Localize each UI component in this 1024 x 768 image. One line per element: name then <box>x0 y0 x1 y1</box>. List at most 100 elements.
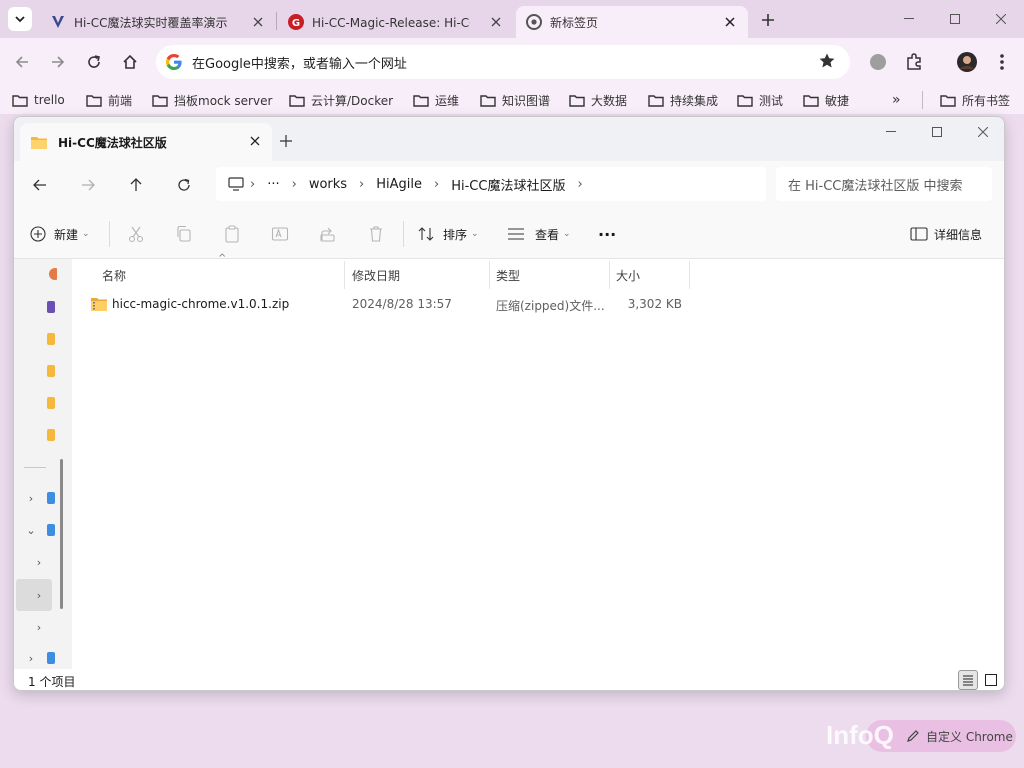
rename-icon <box>271 227 289 241</box>
explorer-forward-button[interactable] <box>74 171 102 199</box>
bookmark-folder[interactable]: 敏捷 <box>803 90 849 110</box>
reload-button[interactable] <box>80 48 108 76</box>
more-bookmarks-button[interactable]: » <box>892 90 901 110</box>
folder-icon[interactable] <box>47 397 55 409</box>
chevron-right-icon[interactable]: › <box>24 651 38 665</box>
minimize-button[interactable] <box>886 0 932 38</box>
pc-icon[interactable] <box>47 524 55 536</box>
tab-search-button[interactable] <box>8 7 32 31</box>
view-button[interactable]: 查看 ⌄ <box>507 219 571 249</box>
star-icon[interactable] <box>818 52 836 70</box>
details-view-toggle[interactable] <box>958 670 978 690</box>
close-icon[interactable] <box>250 14 266 30</box>
chevron-right-icon[interactable]: › <box>32 620 46 634</box>
explorer-refresh-button[interactable] <box>170 171 198 199</box>
avatar[interactable] <box>953 48 981 76</box>
bookmark-folder[interactable]: 挡板mock server <box>152 90 272 110</box>
copy-button[interactable] <box>175 219 193 249</box>
chevron-right-icon[interactable]: › <box>32 555 46 569</box>
bookmark-folder[interactable]: 持续集成 <box>648 90 718 110</box>
chevron-right-icon[interactable]: › <box>577 177 582 192</box>
bookmark-folder[interactable]: 前端 <box>86 90 132 110</box>
table-row[interactable]: hicc-magic-chrome.v1.0.1.zip 2024/8/28 1… <box>72 291 1002 319</box>
explorer-up-button[interactable] <box>122 171 150 199</box>
cut-button[interactable] <box>127 219 145 249</box>
forward-button[interactable] <box>44 48 72 76</box>
folder-icon[interactable] <box>47 333 55 345</box>
breadcrumb-works[interactable]: works <box>309 177 347 192</box>
nav-scrollbar[interactable] <box>60 459 63 609</box>
folder-icon[interactable] <box>47 429 55 441</box>
column-divider[interactable] <box>689 261 690 289</box>
details-pane-button[interactable]: 详细信息 <box>910 219 982 249</box>
new-button[interactable]: 新建 ⌄ <box>30 219 90 249</box>
chevron-down-icon[interactable]: ⌄ <box>24 523 38 537</box>
bookmark-folder[interactable]: 云计算/Docker <box>289 90 393 110</box>
home-icon[interactable] <box>47 267 57 281</box>
breadcrumb[interactable]: › ··· › works › HiAgile › Hi-CC魔法球社区版 › <box>216 167 766 201</box>
column-divider[interactable] <box>609 261 610 289</box>
paste-button[interactable] <box>223 219 241 249</box>
column-header-name[interactable]: 名称 <box>102 261 342 289</box>
browser-tab-1[interactable]: Hi-CC魔法球实时覆盖率演示 <box>40 6 276 38</box>
breadcrumb-ellipsis[interactable]: ··· <box>267 177 279 192</box>
chevron-right-icon[interactable]: › <box>359 177 364 192</box>
share-button[interactable] <box>319 219 337 249</box>
delete-button[interactable] <box>367 219 385 249</box>
sort-button[interactable]: 排序 ⌄ <box>417 219 479 249</box>
close-icon[interactable] <box>722 14 738 30</box>
explorer-search-input[interactable]: 在 Hi-CC魔法球社区版 中搜索 <box>776 167 992 201</box>
maximize-button[interactable] <box>932 0 978 38</box>
minimize-icon <box>904 18 914 19</box>
maximize-icon <box>950 14 960 24</box>
explorer-back-button[interactable] <box>26 171 54 199</box>
more-options-button[interactable]: ··· <box>598 219 616 249</box>
chevron-right-icon[interactable]: › <box>24 491 38 505</box>
extensions-button[interactable] <box>900 48 928 76</box>
explorer-tab[interactable]: Hi-CC魔法球社区版 <box>20 123 272 161</box>
menu-button[interactable] <box>988 48 1016 76</box>
share-icon <box>320 227 335 242</box>
window-close-button[interactable] <box>978 0 1024 38</box>
column-header-type[interactable]: 类型 <box>496 261 608 289</box>
customize-chrome-label: 自定义 Chrome <box>926 729 1013 744</box>
chevron-right-icon[interactable]: › <box>292 177 297 192</box>
column-divider[interactable] <box>489 261 490 289</box>
omnibox[interactable]: 在Google中搜索，或者输入一个网址 <box>156 45 850 79</box>
explorer-maximize-button[interactable] <box>914 117 960 147</box>
tiles-view-toggle[interactable] <box>981 670 1001 690</box>
breadcrumb-hiagile[interactable]: HiAgile <box>376 177 422 192</box>
bookmark-folder[interactable]: 知识图谱 <box>480 90 550 110</box>
close-icon[interactable] <box>250 135 260 150</box>
onedrive-icon[interactable] <box>47 492 55 504</box>
bookmark-folder[interactable]: trello <box>12 90 65 110</box>
profile-status-dot[interactable] <box>864 48 892 76</box>
browser-tab-2[interactable]: G Hi-CC-Magic-Release: Hi-CC魔 <box>278 6 514 38</box>
bookmark-folder[interactable]: 大数据 <box>569 90 627 110</box>
circle-icon <box>870 54 886 70</box>
network-icon[interactable] <box>47 652 55 664</box>
column-divider[interactable] <box>344 261 345 289</box>
home-button[interactable] <box>116 48 144 76</box>
column-header-date[interactable]: 修改日期 <box>352 261 488 289</box>
folder-icon[interactable] <box>47 365 55 377</box>
explorer-new-tab-button[interactable] <box>276 131 296 151</box>
new-tab-button[interactable] <box>756 8 780 32</box>
rename-button[interactable] <box>271 219 289 249</box>
breadcrumb-current[interactable]: Hi-CC魔法球社区版 <box>451 175 565 194</box>
gallery-icon[interactable] <box>47 301 55 313</box>
arrow-left-icon <box>15 56 28 68</box>
browser-tab-3[interactable]: 新标签页 <box>516 6 748 38</box>
close-icon[interactable] <box>488 14 504 30</box>
back-button[interactable] <box>8 48 36 76</box>
bookmark-folder[interactable]: 运维 <box>413 90 459 110</box>
explorer-close-button[interactable] <box>960 117 1004 147</box>
chevron-right-icon[interactable]: › <box>250 177 255 192</box>
all-bookmarks-button[interactable]: 所有书签 <box>940 90 1010 110</box>
bookmark-folder[interactable]: 测试 <box>737 90 783 110</box>
chevron-right-icon[interactable]: › <box>32 588 46 602</box>
column-header-size[interactable]: 大小 <box>616 261 688 289</box>
explorer-minimize-button[interactable] <box>868 117 914 147</box>
file-name[interactable]: hicc-magic-chrome.v1.0.1.zip <box>112 297 289 311</box>
chevron-right-icon[interactable]: › <box>434 177 439 192</box>
